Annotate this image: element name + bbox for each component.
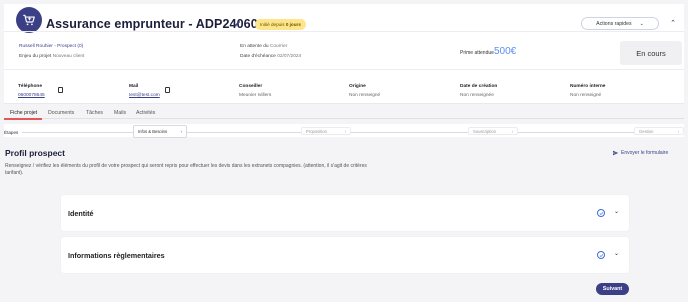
send-icon [613,150,619,156]
step-label: Infos & Besoins [138,129,168,134]
send-form-label: Envoyer le formulaire [621,150,669,156]
created-value: Non renseignée [460,93,494,98]
prospect-link[interactable]: Russell Rouhier - Prospect (0) [19,44,83,49]
created-label: Date de création [460,84,498,89]
step-label: Souscription [473,128,497,134]
duration-badge-value: 0 jours [285,22,301,27]
step-infos-besoins[interactable]: Infos & Besoins › [133,125,187,138]
waiting-for-value: Courrier [269,44,288,49]
header-divider [4,31,684,32]
copy-icon[interactable] [58,87,63,93]
step-souscription[interactable]: Souscription › [468,127,518,135]
chevron-right-icon: › [677,128,679,134]
copy-icon[interactable] [165,87,170,93]
tab-documents[interactable]: Documents [48,110,74,116]
project-stake-label: Enjeu du projet [19,54,52,59]
project-tabs: Fiche projet Documents Tâches Mails Acti… [4,108,684,119]
chevron-up-icon[interactable]: ⌃ [668,19,678,29]
waiting-for: En attente du Courrier [240,44,287,49]
internal-number-value: Non renseigné [570,93,602,98]
section-description: Renseignez / vérifiez les éléments du pr… [5,163,367,176]
origin-label: Origine [349,84,366,89]
deadline-label: Date d'échéance [240,54,276,59]
origin-value: Non renseigné [349,93,381,98]
chevron-right-icon: › [180,129,182,134]
send-form-link[interactable]: Envoyer le formulaire [612,150,668,156]
tab-fiche-projet[interactable]: Fiche projet [10,110,37,116]
card-title: Identité [68,209,94,218]
quick-actions-button[interactable]: Actions rapides ⌄ [581,17,659,30]
section-title: Profil prospect [5,148,65,158]
project-header: Assurance emprunteur - ADP240608143 Init… [4,4,684,104]
prime-value: 500€ [494,46,517,57]
chevron-down-icon: ⌄ [639,20,644,27]
quick-actions-label: Actions rapides [596,20,632,27]
mail-value[interactable]: test@test.com [129,93,160,98]
advisor-label: Conseiller [239,84,263,89]
status-badge: En cours [620,41,682,65]
active-tab-indicator [4,118,42,120]
deadline-value: 02/07/2024 [277,54,302,59]
tab-mails[interactable]: Mails [114,110,126,116]
duration-badge: Initié depuis 0 jours [255,19,306,30]
chevron-right-icon: › [511,128,513,134]
card-title: Informations règlementaires [68,251,165,260]
step-label: Gestion [639,128,654,134]
steps-label: Étapes [4,130,19,135]
advisor-value: Meunier Ivillers [239,93,272,98]
tab-activites[interactable]: Activités [136,110,155,116]
check-circle-icon [597,209,605,217]
waiting-for-label: En attente du [240,44,269,49]
info-divider [4,69,684,70]
deadline: Date d'échéance 02/07/2024 [240,54,301,59]
tab-taches[interactable]: Tâches [86,110,103,116]
regulatory-info-card[interactable]: Informations règlementaires ⌄ [61,237,629,273]
product-avatar [16,7,42,33]
mail-label: Mail [129,84,139,89]
next-button[interactable]: Suivant [596,283,629,295]
chevron-right-icon: › [344,128,346,134]
chevron-down-icon[interactable]: ⌄ [614,208,619,215]
chevron-down-icon[interactable]: ⌄ [614,250,619,257]
phone-value[interactable]: 0600078645 [18,93,45,98]
duration-badge-label: Initié depuis [260,22,285,27]
identity-card[interactable]: Identité ⌄ [61,195,629,231]
project-stake-value: Nouveau client [52,54,85,59]
steps-line [22,132,684,133]
check-circle-icon [597,251,605,259]
internal-number-label: Numéro interne [570,84,606,89]
page-title: Assurance emprunteur - ADP240608143 [46,17,286,31]
cart-icon [23,14,35,26]
project-stake: Enjeu du projet Nouveau client [19,54,84,59]
step-proposition[interactable]: Proposition › [301,127,351,135]
step-label: Proposition [306,128,327,134]
prime-label: Prime attendue [460,50,494,56]
phone-label: Téléphone [18,84,42,89]
step-gestion[interactable]: Gestion › [634,127,684,135]
pencil-icon[interactable] [233,19,242,28]
